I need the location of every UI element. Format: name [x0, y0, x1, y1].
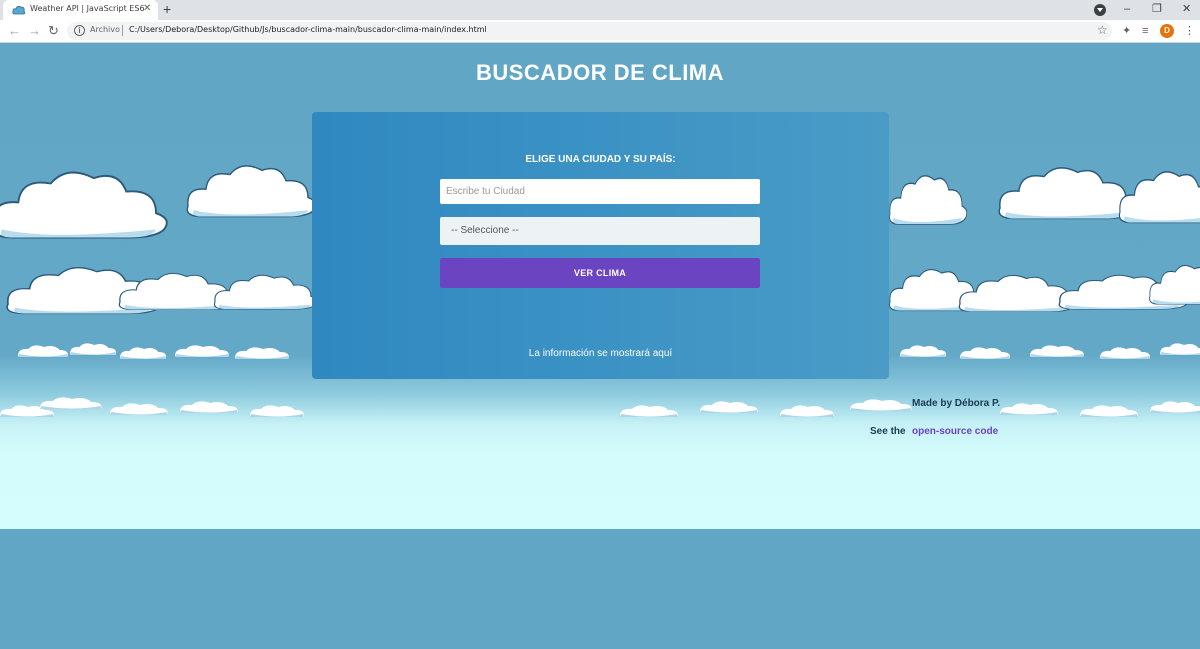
protocol-label: Archivo: [90, 25, 120, 34]
back-button[interactable]: ←: [8, 23, 21, 39]
info-icon[interactable]: i: [74, 25, 85, 36]
minimize-button[interactable]: –: [1124, 2, 1130, 16]
tab-title: Weather API | JavaScript ES6: [30, 4, 145, 13]
url-text[interactable]: C:/Users/Debora/Desktop/Github/Js/buscad…: [129, 25, 487, 34]
source-code-link[interactable]: open-source code: [912, 426, 998, 437]
browser-menu-icon[interactable]: ⋮: [1184, 23, 1195, 39]
reload-button[interactable]: ↻: [48, 23, 59, 39]
browser-toolbar: ← → ↻ i Archivo C:/Users/Debora/Desktop/…: [0, 20, 1200, 43]
country-select[interactable]: -- Seleccione --: [440, 217, 760, 245]
forward-button[interactable]: →: [28, 23, 41, 39]
source-code-prefix: See the: [870, 426, 906, 437]
tab-close-icon[interactable]: ✕: [143, 3, 151, 15]
page-viewport: BUSCADOR DE CLIMA ELIGE UNA CIUDAD Y SU …: [0, 44, 1200, 529]
search-form-card: ELIGE UNA CIUDAD Y SU PAÍS: -- Seleccion…: [312, 112, 889, 379]
browser-tab[interactable]: Weather API | JavaScript ES6 ✕: [3, 0, 158, 20]
result-message: La información se mostrará aquí: [528, 348, 673, 359]
form-heading: ELIGE UNA CIUDAD Y SU PAÍS:: [525, 154, 676, 165]
profile-avatar[interactable]: D: [1160, 24, 1174, 38]
bookmark-star-icon[interactable]: ☆: [1097, 23, 1108, 37]
restore-button[interactable]: ❐: [1152, 2, 1162, 16]
extensions-icon[interactable]: ✦: [1122, 23, 1131, 39]
address-bar[interactable]: i Archivo C:/Users/Debora/Desktop/Github…: [67, 22, 1112, 40]
see-weather-button[interactable]: VER CLIMA: [440, 258, 760, 288]
close-window-button[interactable]: ✕: [1182, 2, 1191, 16]
browser-tab-bar: Weather API | JavaScript ES6 ✕ + – ❐ ✕: [0, 0, 1200, 20]
city-input[interactable]: [440, 179, 760, 204]
tab-search-icon[interactable]: [1094, 4, 1106, 16]
country-select-value: -- Seleccione --: [451, 225, 519, 236]
omnibox-divider: [122, 25, 123, 36]
author-credit: Made by Débora P.: [912, 398, 1001, 409]
page-title: BUSCADOR DE CLIMA: [475, 60, 725, 85]
cloud-favicon-icon: [12, 5, 26, 15]
new-tab-button[interactable]: +: [163, 2, 171, 16]
media-control-icon[interactable]: ≡: [1142, 23, 1148, 39]
page-bottom-area: [0, 529, 1200, 649]
